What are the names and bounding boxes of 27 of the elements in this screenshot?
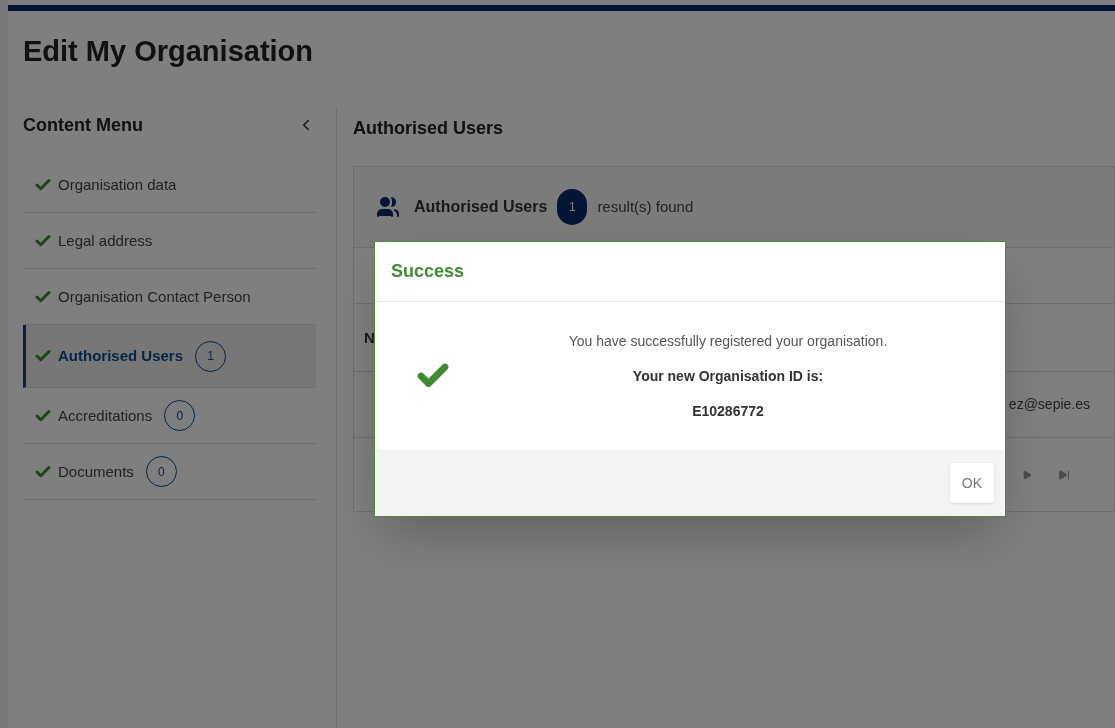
menu-item-label: Legal address xyxy=(58,230,153,251)
menu-item-label: Organisation data xyxy=(58,174,177,195)
users-icon xyxy=(376,195,400,220)
section-title: Authorised Users xyxy=(353,117,505,141)
last-page-icon[interactable] xyxy=(1058,468,1070,481)
table-cell-text: ez@sepie.es xyxy=(1008,395,1090,415)
menu-item[interactable]: Accreditations 0 xyxy=(23,388,316,445)
success-message: You have successfully registered your organisation. xyxy=(568,331,888,351)
menu-item-label: Organisation Contact Person xyxy=(58,286,251,307)
menu-item[interactable]: Legal address xyxy=(23,213,316,270)
id-label: Your new Organisation ID is: xyxy=(632,366,824,386)
page-title: Edit My Organisation xyxy=(23,34,314,69)
menu-item-label: Accreditations xyxy=(58,405,153,426)
menu-item-label: Authorised Users xyxy=(58,346,184,366)
menu-item[interactable]: Organisation data xyxy=(23,157,316,214)
ok-button[interactable]: OK xyxy=(949,463,994,503)
card-title: Authorised Users xyxy=(414,197,548,218)
next-page-icon[interactable] xyxy=(1022,469,1032,480)
organisation-id: E10286772 xyxy=(692,401,764,421)
content-menu-title: Content Menu xyxy=(23,113,143,137)
menu-item[interactable]: Authorised Users 1 xyxy=(23,325,316,389)
column-header: N xyxy=(364,327,375,348)
result-text: result(s) found xyxy=(597,197,694,217)
menu-item-label: Documents xyxy=(58,461,134,482)
dialog-title: Success xyxy=(391,260,465,283)
result-count-badge: 1 xyxy=(557,189,588,226)
menu-item[interactable]: Documents 0 xyxy=(23,444,316,501)
